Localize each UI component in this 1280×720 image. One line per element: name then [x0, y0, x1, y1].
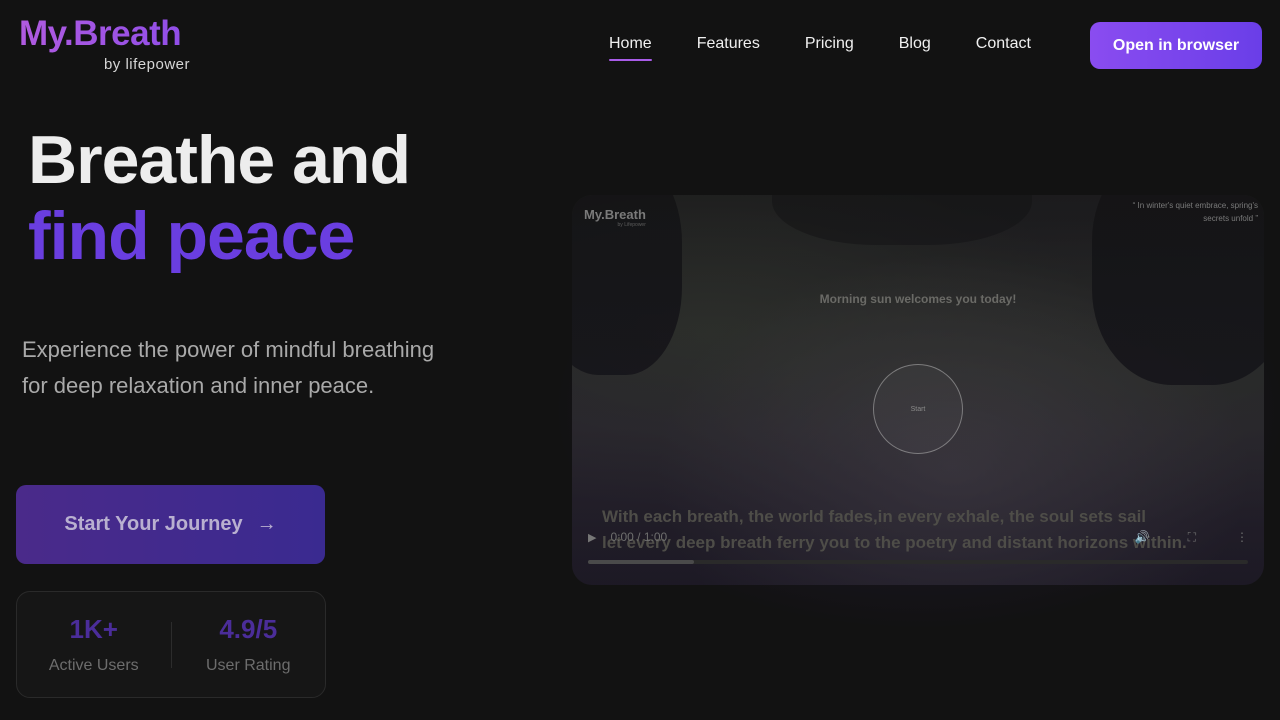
nav-contact[interactable]: Contact [976, 35, 1031, 61]
video-logo: My.Breath by Lifepower [584, 207, 646, 228]
start-journey-label: Start Your Journey [64, 513, 243, 535]
play-icon[interactable]: ▶ [588, 531, 596, 544]
start-journey-button[interactable]: Start Your Journey → [16, 485, 325, 564]
nav-pricing[interactable]: Pricing [805, 35, 854, 61]
logo-title: My.Breath [19, 14, 194, 54]
volume-icon[interactable]: 🔊 [1135, 530, 1150, 544]
video-time: 0:00 / 1:00 [610, 530, 668, 544]
more-options-icon[interactable]: ⋮ [1236, 530, 1248, 544]
video-logo-title: My.Breath [584, 207, 646, 222]
nav-blog[interactable]: Blog [899, 35, 931, 61]
main-nav: Home Features Pricing Blog Contact [609, 35, 1031, 61]
video-controls: ▶ 0:00 / 1:00 🔊 ⛶ ⋮ [588, 525, 1248, 549]
video-progress-fill [588, 560, 694, 564]
stat-value: 1K+ [69, 614, 118, 644]
stat-value: 4.9/5 [219, 614, 278, 644]
video-player[interactable]: My.Breath by Lifepower “ In winter's qui… [572, 195, 1264, 585]
quote-close-icon: ” [1255, 214, 1258, 223]
video-logo-subtitle: by Lifepower [617, 222, 646, 228]
quote-open-icon: “ [1132, 201, 1136, 210]
video-welcome-text: Morning sun welcomes you today! [819, 292, 1017, 306]
stat-user-rating: 4.9/5 User Rating [172, 614, 326, 675]
nav-home[interactable]: Home [609, 35, 652, 61]
stat-label: User Rating [206, 657, 291, 674]
stat-active-users: 1K+ Active Users [17, 614, 171, 675]
stat-label: Active Users [48, 657, 139, 674]
breath-start-label: Start [910, 405, 926, 413]
open-in-browser-button[interactable]: Open in browser [1090, 22, 1262, 69]
logo-subtitle: by lifepower [103, 56, 190, 73]
video-progress-bar[interactable] [588, 560, 1248, 564]
hero-title-line2: find peace [28, 198, 355, 274]
video-quote-text: In winter's quiet embrace, spring's secr… [1137, 201, 1258, 223]
hero-title: Breathe and find peace [28, 122, 411, 274]
arrow-right-icon: → [256, 513, 277, 535]
breath-start-circle[interactable]: Start [873, 364, 963, 454]
video-quote: “ In winter's quiet embrace, spring's se… [1128, 199, 1258, 225]
fullscreen-icon[interactable]: ⛶ [1188, 530, 1196, 545]
hero-description: Experience the power of mindful breathin… [22, 337, 435, 398]
hero-title-line1: Breathe and [28, 122, 411, 198]
logo[interactable]: My.Breath by lifepower [19, 14, 194, 73]
nav-features[interactable]: Features [697, 35, 760, 61]
stats-card: 1K+ Active Users 4.9/5 User Rating [16, 591, 326, 698]
